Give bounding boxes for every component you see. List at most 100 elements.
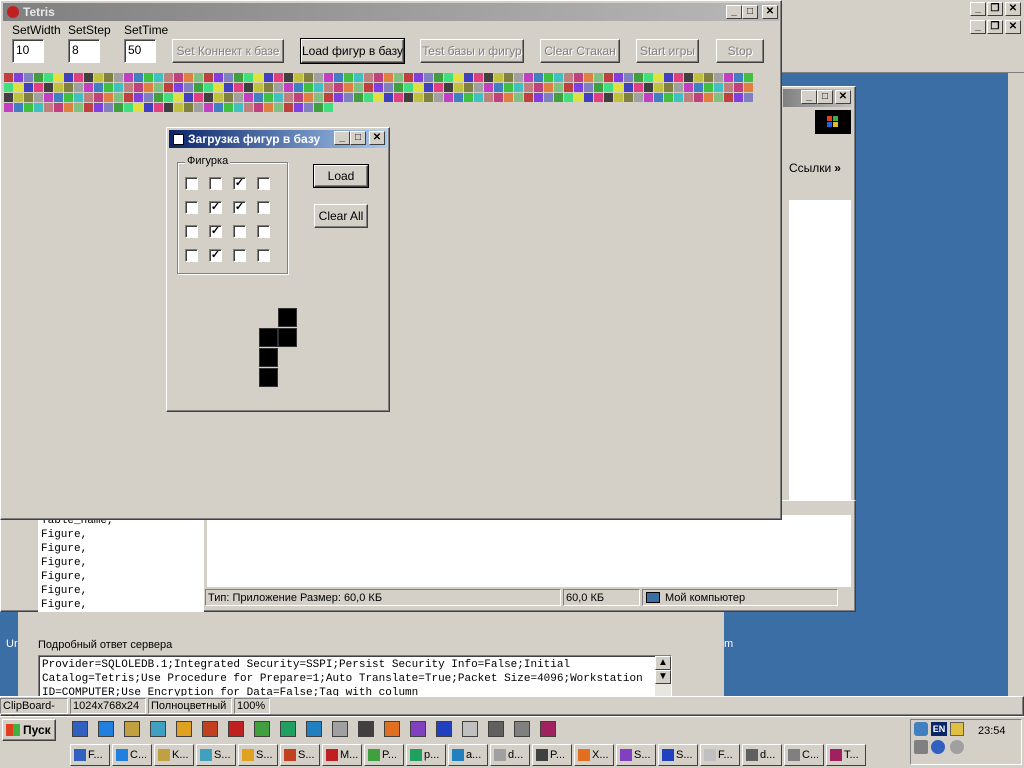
quick-launch-icon[interactable] [384, 721, 400, 737]
figure-checkbox[interactable] [185, 177, 198, 190]
quick-launch-icon[interactable] [436, 721, 452, 737]
maximize-button[interactable]: □ [742, 5, 758, 19]
figure-checkbox[interactable] [233, 249, 246, 262]
test-db-button[interactable]: Test базы и фигур [420, 39, 524, 63]
taskbar-button[interactable]: S... [616, 744, 656, 766]
palette-cell [114, 103, 123, 112]
close-button[interactable]: ✕ [1005, 2, 1021, 16]
server-text-box[interactable]: Provider=SQLOLEDB.1;Integrated Security=… [38, 655, 672, 699]
taskbar-button[interactable]: P... [364, 744, 404, 766]
figure-checkbox[interactable]: ✓ [209, 249, 222, 262]
language-indicator[interactable]: EN [931, 722, 947, 736]
links-toolbar[interactable]: Ссылки » [789, 157, 851, 179]
minimize-button[interactable]: _ [334, 131, 350, 145]
close-button[interactable]: ✕ [835, 90, 851, 104]
quick-launch-icon[interactable] [462, 721, 478, 737]
palette-cell [304, 83, 313, 92]
taskbar-button-label: M... [340, 749, 359, 761]
dialog-clear-all-button[interactable]: Clear All [314, 204, 368, 228]
taskbar-button[interactable]: F... [70, 744, 110, 766]
stop-button[interactable]: Stop [716, 39, 764, 63]
minimize-button[interactable]: _ [801, 90, 817, 104]
restore-button[interactable]: ❐ [987, 20, 1003, 34]
tray-app-icon[interactable] [914, 740, 928, 754]
taskbar-button[interactable]: P... [532, 744, 572, 766]
connect-button[interactable]: Set Коннект к базе [172, 39, 284, 63]
close-button[interactable]: ✕ [369, 131, 385, 145]
minimize-button[interactable]: _ [970, 2, 986, 16]
palette-cell [14, 83, 23, 92]
clock[interactable]: 23:54 [978, 725, 1006, 737]
restore-button[interactable]: ❐ [987, 2, 1003, 16]
maximize-button[interactable]: □ [350, 131, 366, 145]
figure-checkbox[interactable] [257, 249, 270, 262]
figure-checkbox[interactable]: ✓ [209, 225, 222, 238]
quick-launch-icon[interactable] [124, 721, 140, 737]
server-scrollbar[interactable]: ▲ ▼ [655, 656, 671, 698]
figure-checkbox[interactable] [257, 225, 270, 238]
figure-checkbox[interactable]: ✓ [233, 201, 246, 214]
start-button[interactable]: Пуск [2, 719, 56, 741]
load-figures-button[interactable]: Load фигур в базу [300, 38, 405, 64]
monitor-icon[interactable] [950, 722, 964, 736]
quick-launch-icon[interactable] [358, 721, 374, 737]
taskbar-button[interactable]: C... [112, 744, 152, 766]
set-step-input[interactable]: 8 [68, 39, 100, 63]
figure-block [278, 328, 297, 347]
quick-launch-icon[interactable] [488, 721, 504, 737]
set-width-input[interactable]: 10 [12, 39, 44, 63]
palette-cell [664, 83, 673, 92]
minimize-button[interactable]: _ [726, 5, 742, 19]
network-icon[interactable] [914, 722, 928, 736]
figure-checkbox[interactable]: ✓ [209, 201, 222, 214]
taskbar-button[interactable]: d... [490, 744, 530, 766]
figure-checkbox[interactable] [185, 201, 198, 214]
figure-checkbox[interactable] [209, 177, 222, 190]
quick-launch-icon[interactable] [332, 721, 348, 737]
set-time-input[interactable]: 50 [124, 39, 156, 63]
taskbar-button[interactable]: F... [700, 744, 740, 766]
taskbar-button[interactable]: X... [574, 744, 614, 766]
globe-icon[interactable] [931, 740, 945, 754]
quick-launch-icon[interactable] [306, 721, 322, 737]
minimize-button[interactable]: _ [970, 20, 986, 34]
taskbar-button[interactable]: S... [280, 744, 320, 766]
quick-launch-icon[interactable] [254, 721, 270, 737]
taskbar-button[interactable]: p... [406, 744, 446, 766]
quick-launch-icon[interactable] [280, 721, 296, 737]
taskbar-button[interactable]: S... [658, 744, 698, 766]
quick-launch-icon[interactable] [72, 721, 88, 737]
tray-settings-icon[interactable] [950, 740, 964, 754]
quick-launch-icon[interactable] [202, 721, 218, 737]
palette-cell [334, 83, 343, 92]
quick-launch-icon[interactable] [150, 721, 166, 737]
close-button[interactable]: ✕ [762, 5, 778, 19]
quick-launch-icon[interactable] [176, 721, 192, 737]
dialog-load-button[interactable]: Load [313, 164, 369, 188]
clear-glass-button[interactable]: Clear Стакан [540, 39, 620, 63]
scroll-down-button[interactable]: ▼ [655, 670, 671, 684]
quick-launch-icon[interactable] [540, 721, 556, 737]
quick-launch-icon[interactable] [228, 721, 244, 737]
taskbar-button[interactable]: S... [238, 744, 278, 766]
taskbar-button[interactable]: M... [322, 744, 362, 766]
figure-checkbox[interactable] [233, 225, 246, 238]
figure-checkbox[interactable]: ✓ [233, 177, 246, 190]
quick-launch-icon[interactable] [514, 721, 530, 737]
taskbar-button[interactable]: T... [826, 744, 866, 766]
figure-checkbox[interactable] [185, 249, 198, 262]
figure-checkbox[interactable] [257, 177, 270, 190]
quick-launch-icon[interactable] [410, 721, 426, 737]
taskbar-button[interactable]: a... [448, 744, 488, 766]
taskbar-button[interactable]: S... [196, 744, 236, 766]
scroll-up-button[interactable]: ▲ [655, 656, 671, 670]
taskbar-button[interactable]: K... [154, 744, 194, 766]
start-game-button[interactable]: Start игры [636, 39, 699, 63]
maximize-button[interactable]: □ [817, 90, 833, 104]
taskbar-button[interactable]: d... [742, 744, 782, 766]
figure-checkbox[interactable] [257, 201, 270, 214]
figure-checkbox[interactable] [185, 225, 198, 238]
close-button[interactable]: ✕ [1005, 20, 1021, 34]
quick-launch-icon[interactable] [98, 721, 114, 737]
taskbar-button[interactable]: C... [784, 744, 824, 766]
